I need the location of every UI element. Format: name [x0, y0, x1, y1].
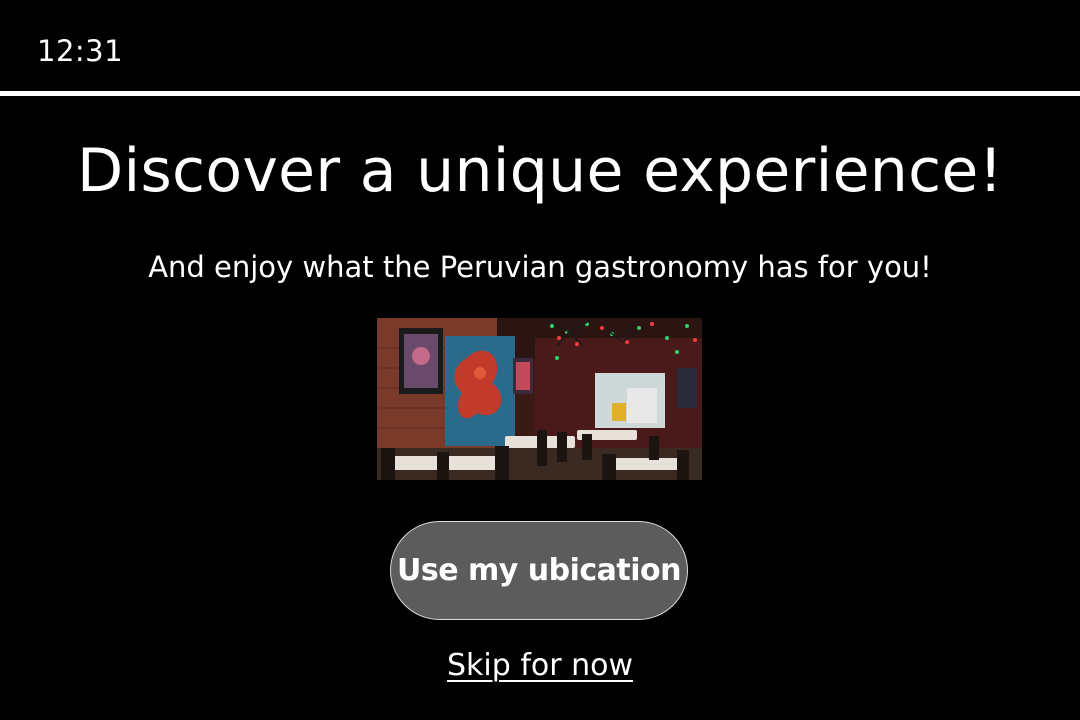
- use-location-button[interactable]: Use my ubication: [390, 521, 688, 620]
- onboarding-subtitle: And enjoy what the Peruvian gastronomy h…: [148, 250, 932, 284]
- status-time: 12:31: [37, 34, 124, 68]
- skip-link-container: Skip for now: [0, 647, 1080, 685]
- header-divider: [0, 91, 1080, 96]
- onboarding-title: Discover a unique experience!: [77, 136, 1003, 206]
- restaurant-image: [377, 318, 702, 480]
- skip-for-now-link[interactable]: Skip for now: [447, 648, 633, 683]
